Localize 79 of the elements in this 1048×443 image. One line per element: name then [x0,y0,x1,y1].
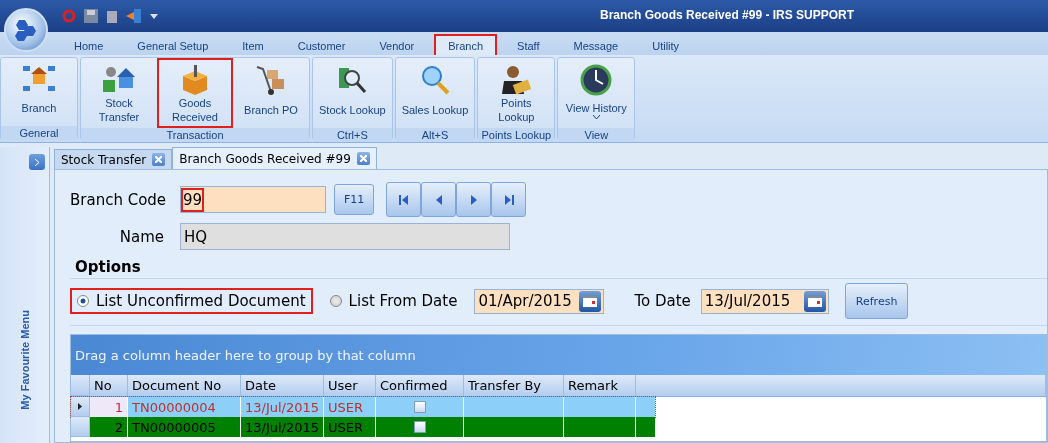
document-tab[interactable]: Stock Transfer [54,149,173,169]
dropdown-icon[interactable] [150,12,158,20]
radio-option[interactable]: List From Date [322,288,465,314]
close-button[interactable] [356,152,370,165]
menu-tab[interactable]: Branch [434,34,498,55]
menu-tab[interactable]: Home [60,34,118,55]
field-label: Branch Code [70,190,168,209]
nav-button[interactable] [491,182,527,217]
ribbon-button[interactable]: Goods Received [157,58,233,128]
ribbon-button[interactable]: Stock Transfer [81,58,157,128]
grid-row[interactable]: 2 TN00000005 13/Jul/2015 USER [71,417,655,437]
save-icon[interactable] [84,9,98,23]
group-label: Alt+S [395,128,475,142]
next-icon [468,193,479,206]
last-icon [503,193,514,206]
trash-icon[interactable] [106,9,118,23]
field-label: Name [118,227,165,246]
ribbon-button[interactable]: Sales Lookup [395,58,475,128]
menu-tab[interactable]: Customer [283,34,360,55]
menu-tab[interactable]: General Setup [123,34,223,55]
document-tab[interactable]: Branch Goods Received #99 [172,147,377,169]
menu-tab[interactable]: Staff [503,34,554,55]
table-cell: 1 [90,397,128,417]
section-title: Options [75,258,142,276]
refresh-button[interactable]: Refresh [844,283,909,319]
radio-option[interactable]: List Unconfirmed Document [70,288,313,314]
app-logo[interactable] [4,8,48,52]
group-label: View [558,128,635,142]
checkbox[interactable] [413,401,426,413]
nav-button[interactable] [421,182,457,217]
table-cell: 13/Jul/2015 [241,417,324,437]
expand-button[interactable] [29,154,45,170]
nav-button[interactable] [456,182,492,217]
radio-button[interactable] [329,295,342,307]
ribbon-button[interactable]: View History [558,58,635,128]
network-icon [22,64,56,94]
sidebar-title: My Favourite Menu [18,310,31,410]
date-field[interactable]: 01/Apr/2015 [474,288,605,314]
grid-row[interactable]: 1 TN00000004 13/Jul/2015 USER [71,397,655,417]
exit-icon[interactable] [126,9,142,23]
nav-button[interactable] [386,182,422,217]
hexagon-logo-icon [13,18,39,42]
current-row-icon [78,403,82,410]
table-cell: TN00000005 [128,417,241,437]
undo-icon[interactable] [62,9,76,23]
close-icon [155,156,163,163]
radio-button[interactable] [77,295,89,307]
menu-tab[interactable]: Message [559,34,633,55]
first-icon [398,193,409,206]
menu-tab[interactable]: Vendor [365,34,429,55]
person-card-icon [500,64,533,96]
date-field[interactable]: 13/Jul/2015 [700,288,829,314]
close-button[interactable] [152,153,166,166]
ribbon-button[interactable]: Branch PO [233,58,309,128]
menu-tab[interactable]: Item [228,34,278,55]
ribbon-button[interactable]: Points Lookup [478,58,555,128]
calendar-icon [583,295,598,307]
close-icon [359,155,367,162]
branch-code-field[interactable]: 99 [180,186,326,213]
group-label: Transaction [81,128,309,142]
checkbox[interactable] [413,421,426,433]
chevron-right-icon [34,158,40,166]
group-label: Points Lookup [478,128,555,142]
window-title: Branch Goods Received #99 - IRS SUPPORT [600,8,855,22]
calendar-button[interactable] [579,290,602,312]
lookup-button[interactable]: F11 [334,184,375,215]
group-label: General [1,126,77,140]
field-label: To Date [634,292,691,310]
ribbon-button[interactable]: Stock Lookup [313,58,392,128]
calendar-button[interactable] [803,290,826,312]
ribbon-button[interactable]: Branch [1,58,77,126]
calendar-icon [807,295,822,307]
clock-icon [580,64,613,96]
group-panel-hint: Drag a column header here to group by that column [71,335,1046,375]
table-cell: USER [324,417,376,437]
table-cell: 2 [90,417,128,437]
group-label: Ctrl+S [313,128,392,142]
menu-tab[interactable]: Utility [638,34,694,55]
search-icon [419,64,451,96]
